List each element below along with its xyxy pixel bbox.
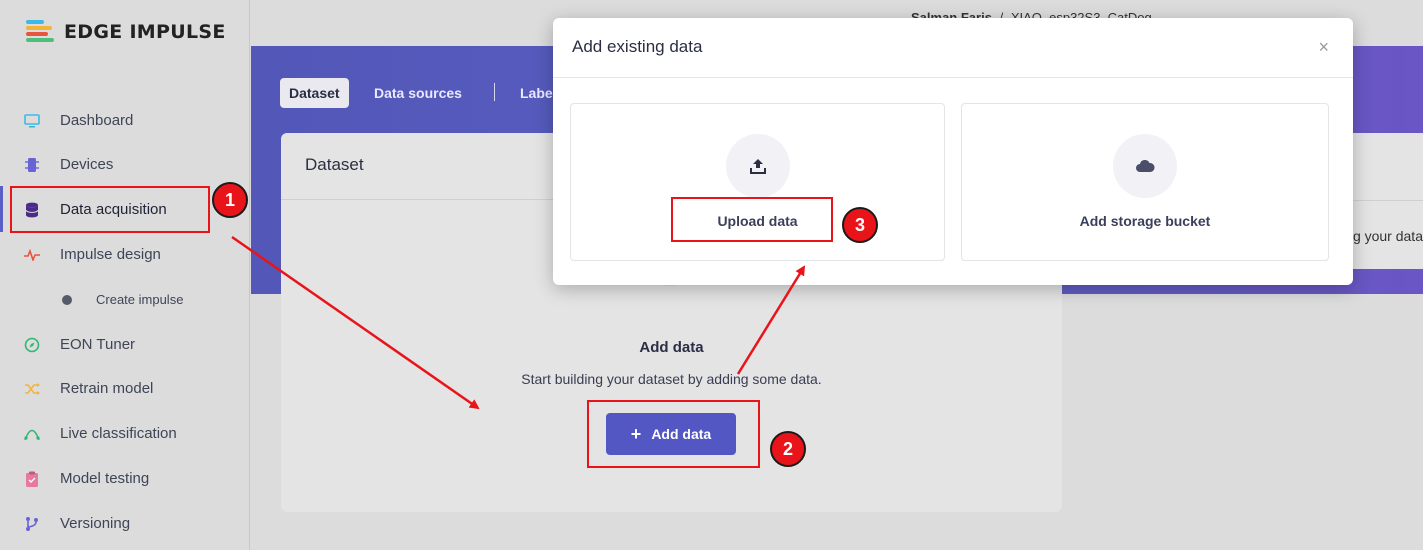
sidebar-item-label: EON Tuner [60, 336, 136, 353]
sidebar-item-label: Live classification [60, 425, 177, 442]
sidebar-item-label: Versioning [60, 515, 131, 532]
sidebar-item-label: Devices [60, 156, 114, 173]
empty-state-subtitle: Start building your dataset by adding so… [521, 371, 822, 387]
tab-data-sources[interactable]: Data sources [365, 78, 471, 108]
highlight-data-acquisition [10, 186, 210, 233]
sidebar-item-create-impulse[interactable]: Create impulse [0, 277, 250, 322]
sidebar-item-live-classification[interactable]: Live classification [0, 411, 250, 456]
step-badge-1: 1 [212, 182, 248, 218]
cloud-icon [1113, 134, 1177, 198]
clipboard-icon [23, 470, 41, 488]
dot-icon [62, 294, 72, 305]
logo-icon [26, 20, 56, 44]
step-badge-3: 3 [842, 207, 878, 243]
monitor-icon [23, 112, 41, 130]
branch-icon [23, 515, 41, 533]
sidebar-item-dashboard[interactable]: Dashboard [0, 98, 250, 143]
tab-dataset[interactable]: Dataset [280, 78, 349, 108]
add-existing-data-modal: Add existing data × Upload data Add stor… [553, 18, 1353, 285]
sidebar-item-label: Retrain model [60, 380, 154, 397]
sidebar-item-impulse-design[interactable]: Impulse design [0, 232, 250, 277]
sidebar-item-devices[interactable]: Devices [0, 142, 250, 187]
sidebar-item-label: Dashboard [60, 112, 134, 129]
chip-icon [23, 156, 41, 174]
highlight-upload-data [671, 197, 833, 242]
step-badge-2: 2 [770, 431, 806, 467]
pulse-icon [23, 246, 41, 264]
sidebar-item-model-testing[interactable]: Model testing [0, 456, 250, 501]
sidebar-item-label: Model testing [60, 470, 150, 487]
edge-impulse-logo[interactable]: EDGE IMPULSE [26, 20, 226, 44]
upload-icon [726, 134, 790, 198]
empty-state-title: Add data [639, 339, 704, 356]
sidebar: EDGE IMPULSE Dashboard Devices Data acqu… [0, 0, 250, 550]
sidebar-item-versioning[interactable]: Versioning [0, 501, 250, 546]
sidebar-item-retrain-model[interactable]: Retrain model [0, 366, 250, 411]
highlight-add-data [587, 400, 760, 468]
close-icon[interactable]: × [1318, 37, 1329, 58]
right-panel-text: g your data [1352, 228, 1423, 244]
modal-header: Add existing data × [553, 18, 1353, 78]
add-storage-bucket-option[interactable]: Add storage bucket [961, 103, 1329, 261]
curve-icon [23, 425, 41, 443]
logo-text: EDGE IMPULSE [64, 21, 226, 43]
tab-divider [494, 83, 495, 101]
shuffle-icon [23, 380, 41, 398]
compass-icon [23, 336, 41, 354]
modal-title: Add existing data [572, 37, 703, 56]
sidebar-item-label: Create impulse [96, 292, 184, 307]
add-storage-bucket-label: Add storage bucket [1079, 213, 1211, 229]
sidebar-item-label: Impulse design [60, 246, 161, 263]
sidebar-item-eon-tuner[interactable]: EON Tuner [0, 322, 250, 367]
card-title: Dataset [305, 155, 364, 174]
